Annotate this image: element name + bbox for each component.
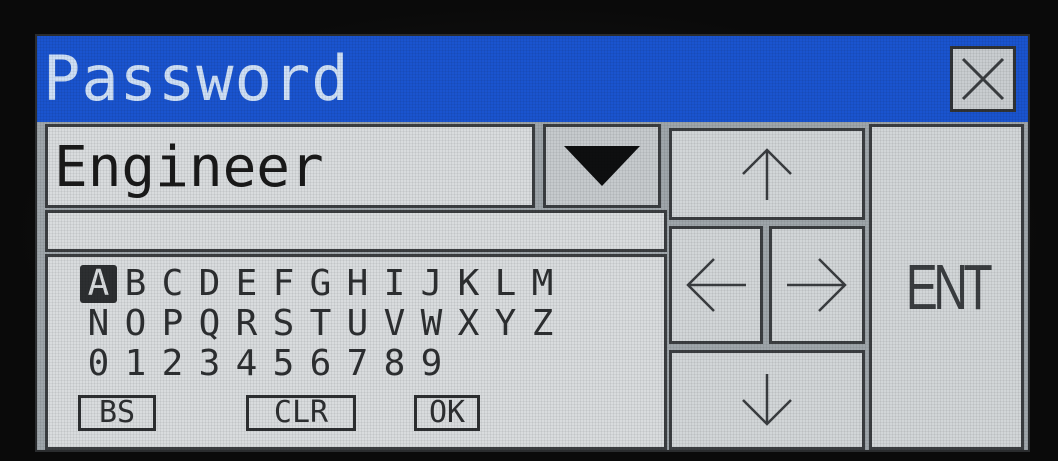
soft-keyboard: ABCDEFGHIJKLM NOPQRSTUVWXYZ 0123456789 B… xyxy=(45,254,667,450)
key-q[interactable]: Q xyxy=(191,305,228,343)
key-3[interactable]: 3 xyxy=(191,345,228,383)
triangle-down-icon xyxy=(564,146,640,186)
lcd-screen: Password Engineer ABCDEFGHIJKLM NOPQRSTU… xyxy=(35,34,1030,452)
enter-button[interactable]: ENT xyxy=(869,124,1024,450)
user-level-value: Engineer xyxy=(54,135,324,200)
key-s[interactable]: S xyxy=(265,305,302,343)
user-dropdown-button[interactable] xyxy=(543,124,661,208)
down-button[interactable] xyxy=(669,350,865,450)
arrow-down-icon xyxy=(742,374,792,426)
key-2[interactable]: 2 xyxy=(154,345,191,383)
key-a[interactable]: A xyxy=(80,265,117,303)
ok-button[interactable]: OK xyxy=(414,395,480,431)
up-button[interactable] xyxy=(669,128,865,220)
key-t[interactable]: T xyxy=(302,305,339,343)
key-x[interactable]: X xyxy=(450,305,487,343)
key-j[interactable]: J xyxy=(413,265,450,303)
left-button[interactable] xyxy=(669,226,763,344)
key-l[interactable]: L xyxy=(487,265,524,303)
key-8[interactable]: 8 xyxy=(376,345,413,383)
key-b[interactable]: B xyxy=(117,265,154,303)
key-o[interactable]: O xyxy=(117,305,154,343)
key-r[interactable]: R xyxy=(228,305,265,343)
keyboard-row-2: NOPQRSTUVWXYZ xyxy=(80,305,561,343)
key-m[interactable]: M xyxy=(524,265,561,303)
arrow-left-icon xyxy=(686,258,746,312)
right-button[interactable] xyxy=(769,226,865,344)
dialog-title: Password xyxy=(43,42,350,115)
key-5[interactable]: 5 xyxy=(265,345,302,383)
key-c[interactable]: C xyxy=(154,265,191,303)
arrow-up-icon xyxy=(742,148,792,200)
key-p[interactable]: P xyxy=(154,305,191,343)
title-bar: Password xyxy=(37,36,1028,122)
key-4[interactable]: 4 xyxy=(228,345,265,383)
close-x-icon xyxy=(961,57,1005,101)
key-1[interactable]: 1 xyxy=(117,345,154,383)
key-z[interactable]: Z xyxy=(524,305,561,343)
password-field[interactable] xyxy=(45,210,667,252)
arrow-right-icon xyxy=(787,258,847,312)
key-v[interactable]: V xyxy=(376,305,413,343)
key-g[interactable]: G xyxy=(302,265,339,303)
keyboard-row-3: 0123456789 xyxy=(80,345,450,383)
key-7[interactable]: 7 xyxy=(339,345,376,383)
key-d[interactable]: D xyxy=(191,265,228,303)
key-9[interactable]: 9 xyxy=(413,345,450,383)
key-0[interactable]: 0 xyxy=(80,345,117,383)
key-w[interactable]: W xyxy=(413,305,450,343)
keyboard-row-1: ABCDEFGHIJKLM xyxy=(80,265,561,303)
key-i[interactable]: I xyxy=(376,265,413,303)
user-level-field[interactable]: Engineer xyxy=(45,124,535,208)
key-n[interactable]: N xyxy=(80,305,117,343)
key-6[interactable]: 6 xyxy=(302,345,339,383)
key-y[interactable]: Y xyxy=(487,305,524,343)
clear-button[interactable]: CLR xyxy=(246,395,356,431)
backspace-button[interactable]: BS xyxy=(78,395,156,431)
key-e[interactable]: E xyxy=(228,265,265,303)
key-f[interactable]: F xyxy=(265,265,302,303)
close-button[interactable] xyxy=(950,46,1016,112)
key-h[interactable]: H xyxy=(339,265,376,303)
enter-label: ENT xyxy=(905,251,992,323)
key-k[interactable]: K xyxy=(450,265,487,303)
key-u[interactable]: U xyxy=(339,305,376,343)
